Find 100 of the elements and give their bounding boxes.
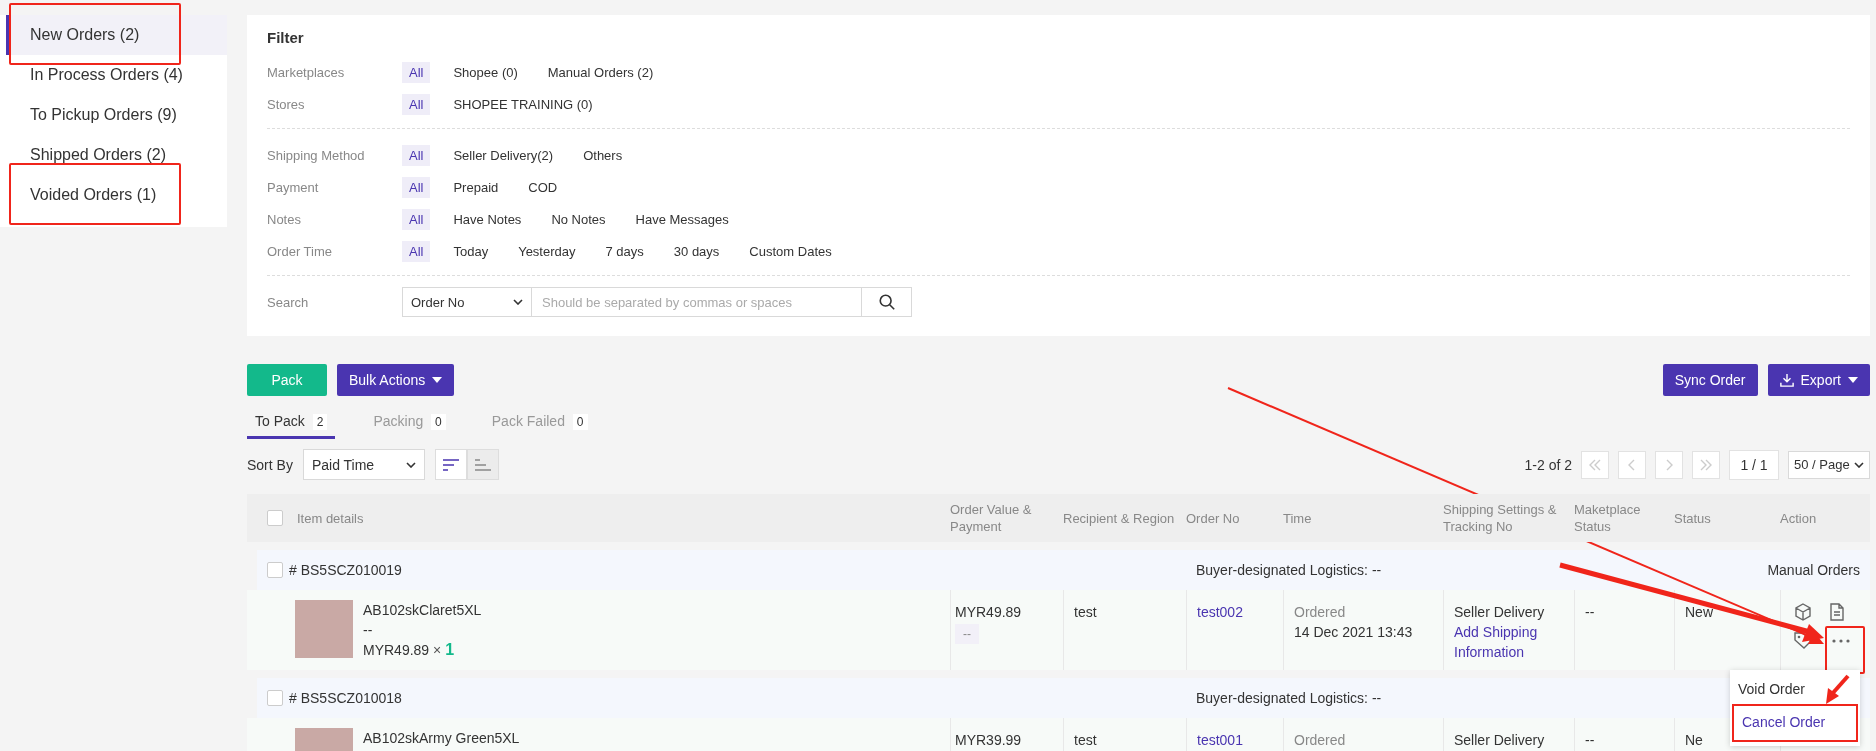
caret-down-icon xyxy=(432,377,443,383)
product-sku: AB102skArmy Green5XL xyxy=(363,729,520,748)
filter-option[interactable]: Manual Orders (2) xyxy=(540,61,661,83)
filter-option[interactable]: SHOPEE TRAINING (0) xyxy=(446,93,600,115)
sidebar-item[interactable]: Shipped Orders (2) xyxy=(6,135,227,175)
filter-label: Search xyxy=(267,294,310,310)
page-size-select[interactable]: 50 / Page xyxy=(1788,450,1870,479)
filter-label: Payment xyxy=(267,179,320,195)
order-source: Manual Orders xyxy=(1767,562,1860,578)
download-icon xyxy=(1779,373,1794,387)
filter-option[interactable]: 7 days xyxy=(598,240,651,262)
first-page-button[interactable] xyxy=(1581,450,1609,479)
shipping-method: Seller Delivery xyxy=(1454,603,1546,622)
product-price: MYR49.89 xyxy=(363,642,430,658)
checkbox[interactable] xyxy=(267,562,283,578)
column-header: Order Value & Payment xyxy=(950,501,1033,535)
sort-descending-button[interactable] xyxy=(434,449,467,480)
checkbox[interactable] xyxy=(267,510,283,526)
order-link[interactable]: test002 xyxy=(1197,604,1243,620)
filter-option[interactable]: Seller Delivery(2) xyxy=(446,144,561,166)
shipping-method: Seller Delivery xyxy=(1454,731,1546,750)
sort-select[interactable]: Paid Time xyxy=(302,449,425,480)
logistics-text: Buyer-designated Logistics: -- xyxy=(1196,690,1383,706)
table-cell: -- xyxy=(1574,718,1674,751)
filter-option[interactable]: Today xyxy=(446,240,496,262)
bulk-actions-button[interactable]: Bulk Actions xyxy=(337,364,455,396)
order-time: 14 Dec 2021 13:43 xyxy=(1294,623,1414,642)
time-status: Ordered xyxy=(1294,603,1347,622)
logistics-text: Buyer-designated Logistics: -- xyxy=(1196,562,1383,578)
sidebar-item[interactable]: In Process Orders (4) xyxy=(6,55,227,95)
table-cell: test xyxy=(1063,590,1186,670)
sync-order-button[interactable]: Sync Order xyxy=(1662,364,1758,396)
time-status: Ordered xyxy=(1294,731,1347,750)
next-page-button[interactable] xyxy=(1655,450,1683,479)
search-button[interactable] xyxy=(862,287,912,317)
sidebar-item[interactable]: To Pickup Orders (9) xyxy=(6,95,227,135)
page-field[interactable]: 1 / 1 xyxy=(1729,449,1779,480)
sort-ascending-button[interactable] xyxy=(466,449,499,480)
previous-page-button[interactable] xyxy=(1618,450,1646,479)
column-header: Shipping Settings & Tracking No xyxy=(1443,501,1558,535)
filter-option[interactable]: Custom Dates xyxy=(742,240,839,262)
order-value: MYR39.99 xyxy=(955,731,1023,750)
filter-option[interactable]: Prepaid xyxy=(446,176,506,198)
order-number: # BS5SCZ010018 xyxy=(289,690,402,706)
order-value: MYR49.89 xyxy=(955,603,1023,622)
tab[interactable]: Packing 0 xyxy=(365,408,454,439)
order-link[interactable]: test001 xyxy=(1197,732,1243,748)
document-icon[interactable] xyxy=(1827,602,1847,622)
tab[interactable]: Pack Failed 0 xyxy=(483,408,596,439)
checkbox[interactable] xyxy=(267,690,283,706)
last-page-button[interactable] xyxy=(1692,450,1720,479)
product-sku: AB102skClaret5XL xyxy=(363,601,482,620)
column-header: Order No xyxy=(1186,509,1241,527)
more-icon xyxy=(1832,639,1850,643)
add-shipping-link[interactable]: Add Shipping Information xyxy=(1454,622,1570,662)
search-field[interactable]: Should be separated by commas or spaces xyxy=(532,287,862,317)
filter-option[interactable]: All xyxy=(402,61,431,83)
column-header: Recipient & Region xyxy=(1063,509,1176,527)
package-icon[interactable] xyxy=(1793,602,1813,622)
column-header: Time xyxy=(1283,509,1313,527)
chevron-down-icon xyxy=(1854,461,1864,468)
filter-option[interactable]: All xyxy=(402,176,431,198)
filter-option[interactable]: All xyxy=(402,93,431,115)
menu-item[interactable]: Void Order xyxy=(1730,674,1813,704)
filter-option[interactable]: Yesterday xyxy=(511,240,583,262)
tab[interactable]: To Pack 2 xyxy=(247,408,336,439)
filter-option[interactable]: COD xyxy=(521,176,565,198)
photo-placeholder xyxy=(295,600,353,658)
double-chevron-right-icon xyxy=(1699,458,1713,471)
filter-label: Stores xyxy=(267,96,306,112)
pagination-range: 1-2 of 2 xyxy=(1524,456,1572,473)
column-header: Maketplace Status xyxy=(1574,501,1642,535)
sidebar-item[interactable]: Voided Orders (1) xyxy=(6,175,227,215)
filter-option[interactable]: Have Messages xyxy=(628,208,736,230)
payment-tag: -- xyxy=(955,624,979,644)
column-header: Status xyxy=(1674,509,1712,527)
order-number: # BS5SCZ010019 xyxy=(289,562,402,578)
filter-option[interactable]: All xyxy=(402,208,431,230)
annotation-arrow xyxy=(1826,674,1850,704)
product-quantity: 1 xyxy=(445,641,455,658)
filter-option[interactable]: All xyxy=(402,240,431,262)
filter-option[interactable]: Others xyxy=(576,144,630,166)
filter-label: Marketplaces xyxy=(267,64,346,80)
search-type-select[interactable]: Order No xyxy=(402,287,532,317)
filter-option[interactable]: All xyxy=(402,144,431,166)
filter-label: Order Time xyxy=(267,243,333,259)
sort-ascending-icon xyxy=(473,457,492,472)
table-cell: -- xyxy=(1574,590,1674,670)
sort-label: Sort By xyxy=(247,456,293,473)
filter-option[interactable]: Shopee (0) xyxy=(446,61,525,83)
export-button[interactable]: Export xyxy=(1767,364,1870,396)
filter-title: Filter xyxy=(267,29,305,46)
table-cell: test xyxy=(1063,718,1186,751)
menu-item[interactable]: Cancel Order xyxy=(1732,704,1858,742)
filter-option[interactable]: 30 days xyxy=(666,240,727,262)
search-icon xyxy=(877,293,896,311)
filter-option[interactable]: No Notes xyxy=(544,208,613,230)
filter-option[interactable]: Have Notes xyxy=(446,208,529,230)
sidebar-item[interactable]: New Orders (2) xyxy=(6,15,227,55)
product-variant: -- xyxy=(363,621,374,640)
